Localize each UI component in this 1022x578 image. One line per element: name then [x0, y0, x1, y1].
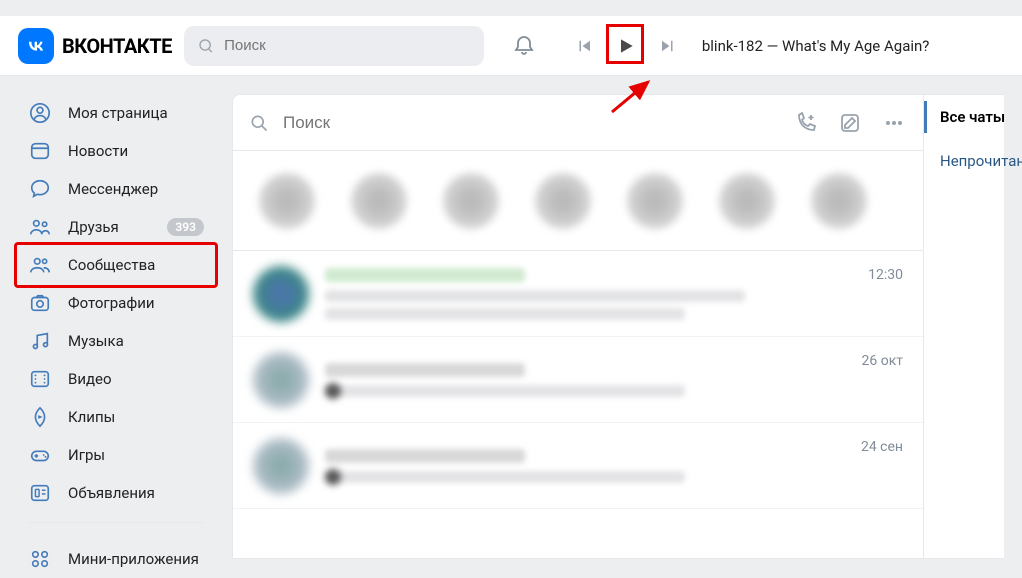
sidebar-item-label: Клипы [68, 408, 115, 426]
sidebar-item-games[interactable]: Игры [18, 436, 214, 474]
news-icon [28, 139, 52, 163]
messenger-panel: 12:30 26 окт 24 сен [232, 94, 924, 559]
friends-count-badge: 393 [167, 218, 204, 236]
video-icon [28, 367, 52, 391]
conversation-title-blurred [325, 449, 525, 463]
sidebar-item-messenger[interactable]: Мессенджер [18, 170, 214, 208]
story-avatar[interactable] [351, 173, 407, 229]
sidebar-item-label: Мини-приложения [68, 550, 199, 568]
conversation-title-blurred [325, 363, 525, 377]
sidebar-item-clips[interactable]: Клипы [18, 398, 214, 436]
story-avatar[interactable] [259, 173, 315, 229]
friends-icon [28, 215, 52, 239]
search-icon [198, 37, 214, 55]
sidebar-item-ads[interactable]: Объявления [18, 474, 214, 512]
more-icon [882, 111, 906, 135]
compose-icon [838, 111, 862, 135]
avatar [253, 438, 309, 494]
conversation-time: 26 окт [862, 353, 904, 369]
conversation-preview-blurred [325, 385, 685, 397]
chat-icon [28, 177, 52, 201]
story-avatar[interactable] [811, 173, 867, 229]
phone-plus-icon [794, 111, 818, 135]
brand-name: ВКОНТАКТЕ [62, 34, 172, 58]
sidebar-item-music[interactable]: Музыка [18, 322, 214, 360]
conversation-item[interactable]: 26 окт [233, 337, 923, 423]
filter-all-chats[interactable]: Все чаты [924, 95, 1004, 139]
header: ВКОНТАКТЕ blink-182 — What's My Age Agai… [0, 16, 1022, 76]
global-search[interactable] [184, 26, 484, 66]
new-call-button[interactable] [793, 110, 819, 136]
avatar [253, 352, 309, 408]
stories-row[interactable] [233, 151, 923, 251]
conversation-list: 12:30 26 окт 24 сен [233, 251, 923, 558]
sidebar-item-news[interactable]: Новости [18, 132, 214, 170]
clips-icon [28, 405, 52, 429]
global-search-input[interactable] [224, 37, 470, 54]
services-icon [28, 547, 52, 571]
new-message-button[interactable] [837, 110, 863, 136]
notifications-button[interactable] [504, 34, 544, 58]
sidebar-separator [28, 522, 204, 540]
music-icon [28, 329, 52, 353]
sidebar-item-label: Музыка [68, 332, 124, 350]
bell-icon [512, 34, 536, 58]
sidebar-item-label: Друзья [68, 218, 119, 236]
sidebar-item-label: Моя страница [68, 104, 168, 122]
sidebar-item-mypage[interactable]: Моя страница [18, 94, 214, 132]
sidebar-item-label: Новости [68, 142, 128, 160]
conversation-title-blurred [325, 268, 525, 282]
user-icon [28, 101, 52, 125]
photos-icon [28, 291, 52, 315]
more-button[interactable] [881, 110, 907, 136]
now-playing-track[interactable]: blink-182 — What's My Age Again? [702, 37, 930, 55]
logo[interactable]: ВКОНТАКТЕ [18, 28, 172, 64]
messenger-toolbar [233, 95, 923, 151]
sidebar-item-communities[interactable]: Сообщества [18, 246, 214, 284]
conversation-preview-blurred [325, 308, 685, 320]
sidebar-item-label: Видео [68, 370, 112, 388]
skip-next-icon [659, 37, 677, 55]
play-icon [616, 36, 636, 56]
sidebar-item-video[interactable]: Видео [18, 360, 214, 398]
story-avatar[interactable] [719, 173, 775, 229]
story-avatar[interactable] [443, 173, 499, 229]
sidebar: Моя страница Новости Мессенджер Друзья 3… [0, 76, 222, 559]
messenger-search-input[interactable] [283, 113, 779, 133]
sidebar-item-label: Сообщества [68, 256, 155, 274]
conversation-time: 24 сен [861, 439, 903, 455]
games-icon [28, 443, 52, 467]
conversation-item[interactable]: 24 сен [233, 423, 923, 509]
sidebar-item-photos[interactable]: Фотографии [18, 284, 214, 322]
conversation-time: 12:30 [868, 267, 903, 283]
sidebar-item-miniapps[interactable]: Мини-приложения [18, 540, 214, 578]
audio-player: blink-182 — What's My Age Again? [570, 32, 930, 60]
chat-filter-rail: Все чаты Непрочитанные [924, 94, 1004, 559]
next-track-button[interactable] [654, 32, 682, 60]
skip-prev-icon [575, 37, 593, 55]
story-avatar[interactable] [535, 173, 591, 229]
play-button[interactable] [612, 32, 640, 60]
sidebar-item-label: Мессенджер [68, 180, 158, 198]
avatar [253, 266, 309, 322]
logo-icon [18, 28, 54, 64]
groups-icon [28, 253, 52, 277]
conversation-preview-blurred [325, 471, 685, 483]
conversation-preview-blurred [325, 290, 745, 302]
story-avatar[interactable] [627, 173, 683, 229]
search-icon [249, 113, 269, 133]
filter-unread[interactable]: Непрочитанные [924, 139, 1004, 183]
sidebar-item-label: Фотографии [68, 294, 155, 312]
conversation-item[interactable]: 12:30 [233, 251, 923, 337]
sidebar-item-friends[interactable]: Друзья 393 [18, 208, 214, 246]
sidebar-item-label: Объявления [68, 484, 155, 502]
prev-track-button[interactable] [570, 32, 598, 60]
ads-icon [28, 481, 52, 505]
sidebar-item-label: Игры [68, 446, 105, 464]
